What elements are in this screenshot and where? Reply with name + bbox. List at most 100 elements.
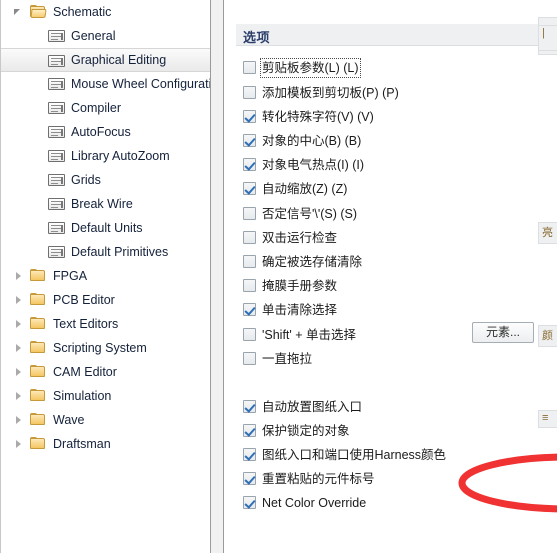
tree-item-pcb-editor[interactable]: PCB Editor (1, 288, 210, 312)
tree-item-wave[interactable]: Wave (1, 408, 210, 432)
tree-item-label: Compiler (71, 101, 122, 115)
checkbox-checked-icon[interactable] (243, 448, 256, 461)
checkbox-checked-icon[interactable] (243, 400, 256, 413)
tree-item-label: Simulation (53, 389, 112, 403)
preferences-page-icon (48, 174, 65, 186)
tree-item-label: FPGA (53, 269, 88, 283)
preferences-page-icon (48, 30, 65, 42)
options-group-header: 选项 (236, 24, 544, 46)
tree-item-label: Default Primitives (71, 245, 169, 259)
clipped-fragment-text: ≡ (542, 412, 549, 424)
tree-item-fpga[interactable]: FPGA (1, 264, 210, 288)
chevron-down-icon[interactable] (14, 9, 20, 15)
option-label: Net Color Override (262, 496, 367, 510)
preferences-page-icon (48, 126, 65, 138)
chevron-right-icon[interactable] (16, 320, 21, 328)
option-label: 对象的中心(B) (B) (262, 134, 362, 148)
folder-icon (30, 341, 46, 354)
tree-item-label: AutoFocus (71, 125, 131, 139)
tree-item-default-units[interactable]: Default Units (1, 216, 210, 240)
tree-item-compiler[interactable]: Compiler (1, 96, 210, 120)
tree-item-text-editors[interactable]: Text Editors (1, 312, 210, 336)
folder-icon (30, 365, 46, 378)
tree-item-default-primitives[interactable]: Default Primitives (1, 240, 210, 264)
tree-item-label: Break Wire (71, 197, 133, 211)
clipped-panel-fragment: | (538, 25, 557, 51)
checkbox-checked-icon[interactable] (243, 134, 256, 147)
option-label: 掩膜手册参数 (262, 279, 338, 293)
tree-item-schematic[interactable]: Schematic (1, 0, 210, 24)
folder-icon (30, 413, 46, 426)
preferences-page-icon (48, 102, 65, 114)
tree-item-label: General (71, 29, 116, 43)
tree-item-general[interactable]: General (1, 24, 210, 48)
tree-item-graphical-editing[interactable]: Graphical Editing (1, 48, 210, 72)
chevron-right-icon[interactable] (16, 392, 21, 400)
tree-item-library-autozoom[interactable]: Library AutoZoom (1, 144, 210, 168)
preferences-page-icon (48, 78, 65, 90)
checkbox-checked-icon[interactable] (243, 158, 256, 171)
chevron-right-icon[interactable] (16, 416, 21, 424)
tree-item-label: PCB Editor (53, 293, 115, 307)
clipped-panel-fragment: 亮 (538, 222, 557, 244)
checkbox-checked-icon[interactable] (243, 472, 256, 485)
panel-splitter[interactable] (211, 0, 224, 553)
tree-item-draftsman[interactable]: Draftsman (1, 432, 210, 456)
option-label: 重置粘贴的元件标号 (262, 472, 375, 486)
chevron-right-icon[interactable] (16, 344, 21, 352)
option-label: 单击清除选择 (262, 303, 338, 317)
folder-icon (30, 389, 46, 402)
tree-item-label: Wave (53, 413, 85, 427)
chevron-right-icon[interactable] (16, 368, 21, 376)
tree-item-cam-editor[interactable]: CAM Editor (1, 360, 210, 384)
folder-icon (30, 317, 46, 330)
tree-item-label: Scripting System (53, 341, 147, 355)
preferences-page-icon (48, 222, 65, 234)
tree-item-label: CAM Editor (53, 365, 117, 379)
checkbox-checked-icon[interactable] (243, 496, 256, 509)
preferences-page-icon (48, 246, 65, 258)
chevron-right-icon[interactable] (16, 272, 21, 280)
checkbox-checked-icon[interactable] (243, 424, 256, 437)
folder-icon (30, 293, 46, 306)
folder-icon (30, 269, 46, 282)
clipped-panel-fragment: 颜 (538, 325, 557, 347)
checkbox-checked-icon[interactable] (243, 303, 256, 316)
tree-item-mouse-wheel-configuration[interactable]: Mouse Wheel Configuration (1, 72, 210, 96)
checkbox-unchecked-icon[interactable] (243, 352, 256, 365)
tree-item-break-wire[interactable]: Break Wire (1, 192, 210, 216)
folder-open-icon (30, 5, 47, 18)
preferences-page-icon (48, 55, 65, 67)
graphical-editing-options-panel: 选项 剪贴板参数(L) (L) 添加模板到剪切板(P) (P) 转化特殊字符(V) … (225, 0, 557, 553)
clipped-fragment-text: 颜 (542, 330, 553, 342)
preferences-tree-panel[interactable]: Schematic General Graphical Editing Mouse W… (0, 0, 211, 553)
checkbox-unchecked-icon[interactable] (243, 231, 256, 244)
checkbox-unchecked-icon[interactable] (243, 207, 256, 220)
option-label: 保护锁定的对象 (262, 424, 350, 438)
checkbox-unchecked-icon[interactable] (243, 255, 256, 268)
tree-item-simulation[interactable]: Simulation (1, 384, 210, 408)
tree-item-grids[interactable]: Grids (1, 168, 210, 192)
checkbox-checked-icon[interactable] (243, 182, 256, 195)
checkbox-unchecked-icon[interactable] (243, 328, 256, 341)
checkbox-checked-icon[interactable] (243, 110, 256, 123)
elements-button[interactable]: 元素... (472, 322, 534, 343)
checkbox-unchecked-icon[interactable] (243, 61, 256, 74)
tree-item-label: Graphical Editing (71, 53, 167, 67)
preferences-page-icon (48, 198, 65, 210)
tree-item-scripting-system[interactable]: Scripting System (1, 336, 210, 360)
option-label: 双击运行检查 (262, 231, 338, 245)
checkbox-unchecked-icon[interactable] (243, 86, 256, 99)
tree-item-label: Grids (71, 173, 101, 187)
tree-item-autofocus[interactable]: AutoFocus (1, 120, 210, 144)
chevron-right-icon[interactable] (16, 440, 21, 448)
clipped-fragment-text: | (542, 27, 545, 39)
red-annotation-ellipse (458, 453, 557, 513)
option-label: 自动放置图纸入口 (262, 400, 363, 414)
chevron-right-icon[interactable] (16, 296, 21, 304)
checkbox-unchecked-icon[interactable] (243, 279, 256, 292)
tree-item-label: Default Units (71, 221, 143, 235)
folder-icon (30, 437, 46, 450)
clipped-fragment-text: 亮 (542, 227, 553, 239)
clipped-panel-fragment: ≡ (538, 410, 557, 428)
